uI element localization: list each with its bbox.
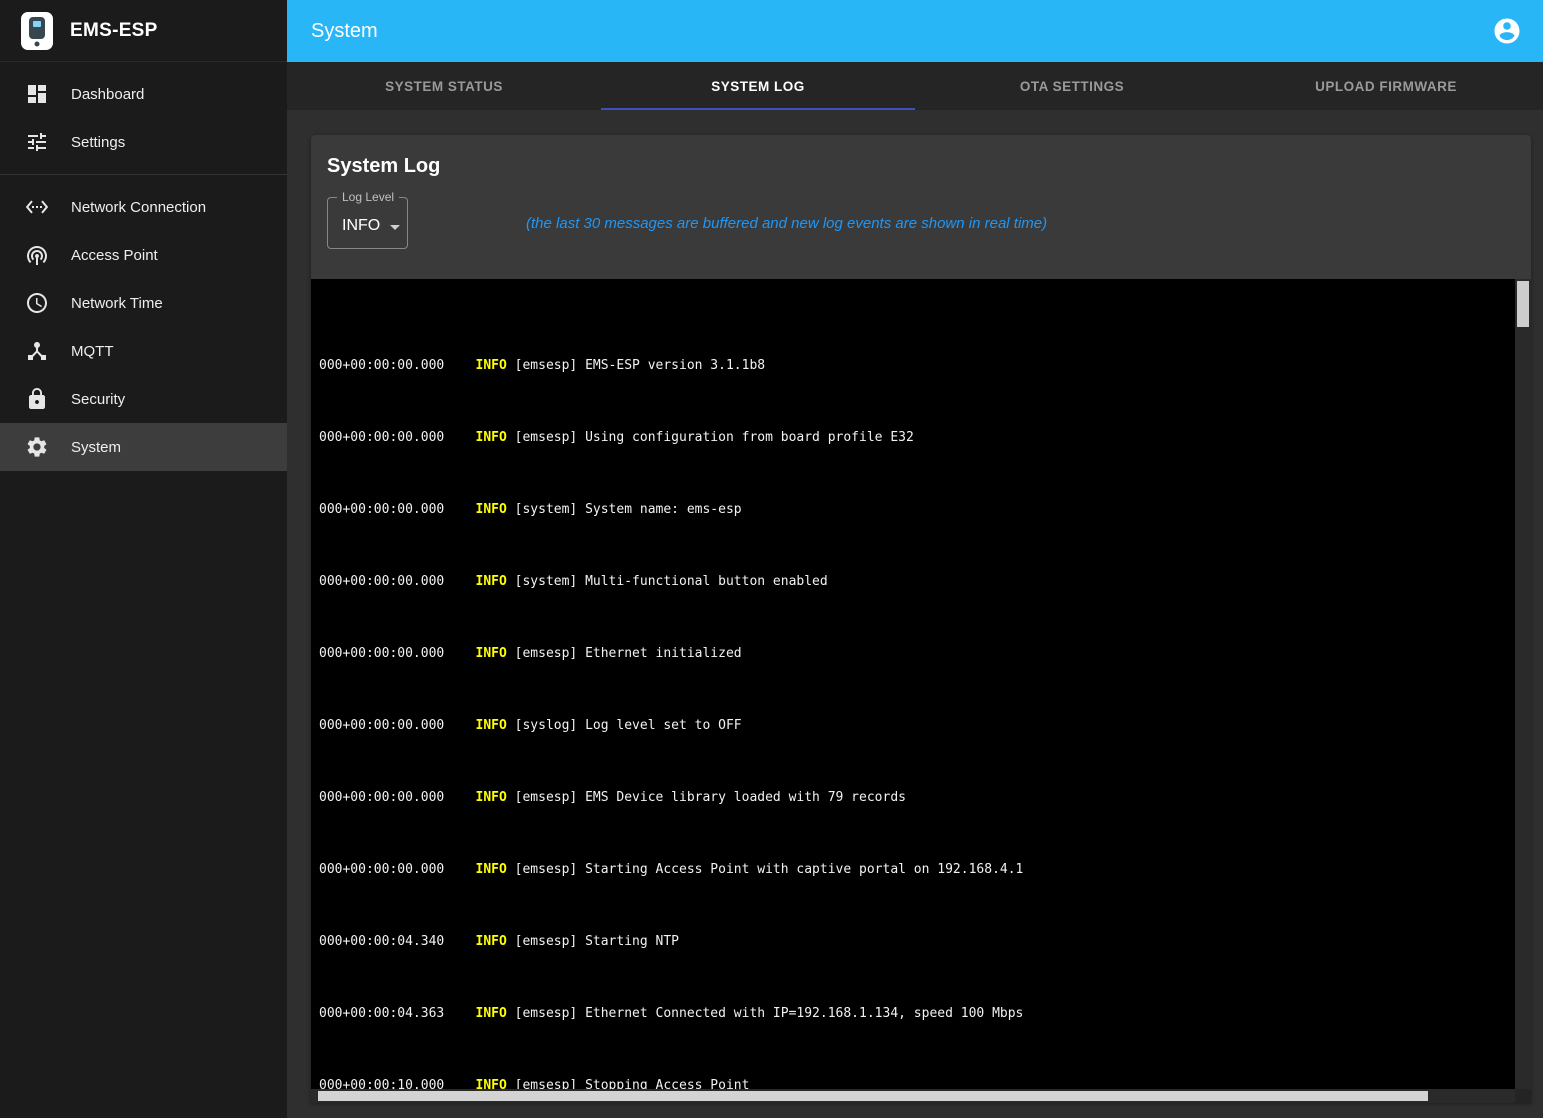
system-log-panel: System Log Log Level INFO (the last 30 m… — [311, 135, 1531, 1103]
tune-icon — [25, 130, 49, 154]
sidebar-item-label: Settings — [71, 134, 125, 151]
sidebar-item-security[interactable]: Security — [0, 375, 287, 423]
clock-icon — [25, 291, 49, 315]
sidebar-item-network-time[interactable]: Network Time — [0, 279, 287, 327]
log-terminal: 000+00:00:00.000INFO[emsesp] EMS-ESP ver… — [311, 279, 1531, 1089]
content: System Log Log Level INFO (the last 30 m… — [287, 110, 1543, 1118]
tab-upload-firmware[interactable]: UPLOAD FIRMWARE — [1229, 62, 1543, 110]
gear-icon — [25, 435, 49, 459]
sidebar-item-label: Dashboard — [71, 86, 144, 103]
sidebar: EMS-ESP Dashboard Settings Network Conne… — [0, 0, 287, 1118]
tab-system-status[interactable]: SYSTEM STATUS — [287, 62, 601, 110]
sidebar-item-label: Network Time — [71, 295, 163, 312]
lock-icon — [25, 387, 49, 411]
sidebar-item-label: System — [71, 439, 121, 456]
log-line: 000+00:00:10.000INFO[emsesp] Stopping Ac… — [319, 1077, 1515, 1089]
vertical-scrollbar-thumb[interactable] — [1517, 281, 1529, 327]
sidebar-item-dashboard[interactable]: Dashboard — [0, 70, 287, 118]
scrollbar-corner — [1515, 1089, 1531, 1103]
horizontal-scrollbar[interactable] — [311, 1089, 1531, 1103]
log-line: 000+00:00:00.000INFO[emsesp] Using confi… — [319, 429, 1515, 447]
log-line: 000+00:00:00.000INFO[system] Multi-funct… — [319, 573, 1515, 591]
panel-header: System Log Log Level INFO (the last 30 m… — [311, 135, 1531, 279]
chevron-down-icon — [390, 225, 400, 230]
account-circle-icon — [1492, 16, 1522, 46]
device-hub-icon — [25, 339, 49, 363]
log-controls: Log Level INFO (the last 30 messages are… — [327, 197, 1515, 279]
sidebar-item-access-point[interactable]: Access Point — [0, 231, 287, 279]
app-title: EMS-ESP — [70, 20, 158, 42]
log-line: 000+00:00:00.000INFO[system] System name… — [319, 501, 1515, 519]
tab-ota-settings[interactable]: OTA SETTINGS — [915, 62, 1229, 110]
emsesp-logo — [20, 11, 54, 51]
log-line: 000+00:00:04.363INFO[emsesp] Ethernet Co… — [319, 1005, 1515, 1023]
sidebar-header: EMS-ESP — [0, 0, 287, 62]
appbar: System — [287, 0, 1543, 62]
tab-system-log[interactable]: SYSTEM LOG — [601, 62, 915, 110]
sidebar-nav: Dashboard Settings Network Connection Ac… — [0, 62, 287, 471]
page-title: System — [311, 20, 378, 43]
log-line: 000+00:00:00.000INFO[emsesp] Ethernet in… — [319, 645, 1515, 663]
tabbar: SYSTEM STATUS SYSTEM LOG OTA SETTINGS UP… — [287, 62, 1543, 110]
log-level-value: INFO — [342, 217, 380, 235]
sidebar-item-settings[interactable]: Settings — [0, 118, 287, 166]
sidebar-item-label: Access Point — [71, 247, 158, 264]
main-area: System SYSTEM STATUS SYSTEM LOG OTA SETT… — [287, 0, 1543, 1118]
log-line: 000+00:00:00.000INFO[emsesp] Starting Ac… — [319, 861, 1515, 879]
sidebar-item-network-connection[interactable]: Network Connection — [0, 183, 287, 231]
dashboard-icon — [25, 82, 49, 106]
log-line: 000+00:00:00.000INFO[emsesp] EMS Device … — [319, 789, 1515, 807]
buffer-note: (the last 30 messages are buffered and n… — [526, 215, 1047, 232]
sidebar-item-label: Network Connection — [71, 199, 206, 216]
ethernet-icon — [25, 195, 49, 219]
log-level-label: Log Level — [337, 190, 399, 204]
log-line: 000+00:00:00.000INFO[syslog] Log level s… — [319, 717, 1515, 735]
sidebar-item-mqtt[interactable]: MQTT — [0, 327, 287, 375]
panel-title: System Log — [327, 153, 1515, 179]
wifi-tethering-icon — [25, 243, 49, 267]
log-line: 000+00:00:04.340INFO[emsesp] Starting NT… — [319, 933, 1515, 951]
account-button[interactable] — [1485, 9, 1529, 53]
sidebar-divider — [0, 174, 287, 175]
sidebar-item-label: MQTT — [71, 343, 114, 360]
sidebar-item-label: Security — [71, 391, 125, 408]
log-level-select[interactable]: Log Level INFO — [327, 197, 408, 249]
horizontal-scrollbar-thumb[interactable] — [318, 1091, 1428, 1101]
log-output[interactable]: 000+00:00:00.000INFO[emsesp] EMS-ESP ver… — [311, 279, 1515, 1089]
log-line: 000+00:00:00.000INFO[emsesp] EMS-ESP ver… — [319, 357, 1515, 375]
sidebar-item-system[interactable]: System — [0, 423, 287, 471]
vertical-scrollbar[interactable] — [1515, 279, 1531, 1089]
